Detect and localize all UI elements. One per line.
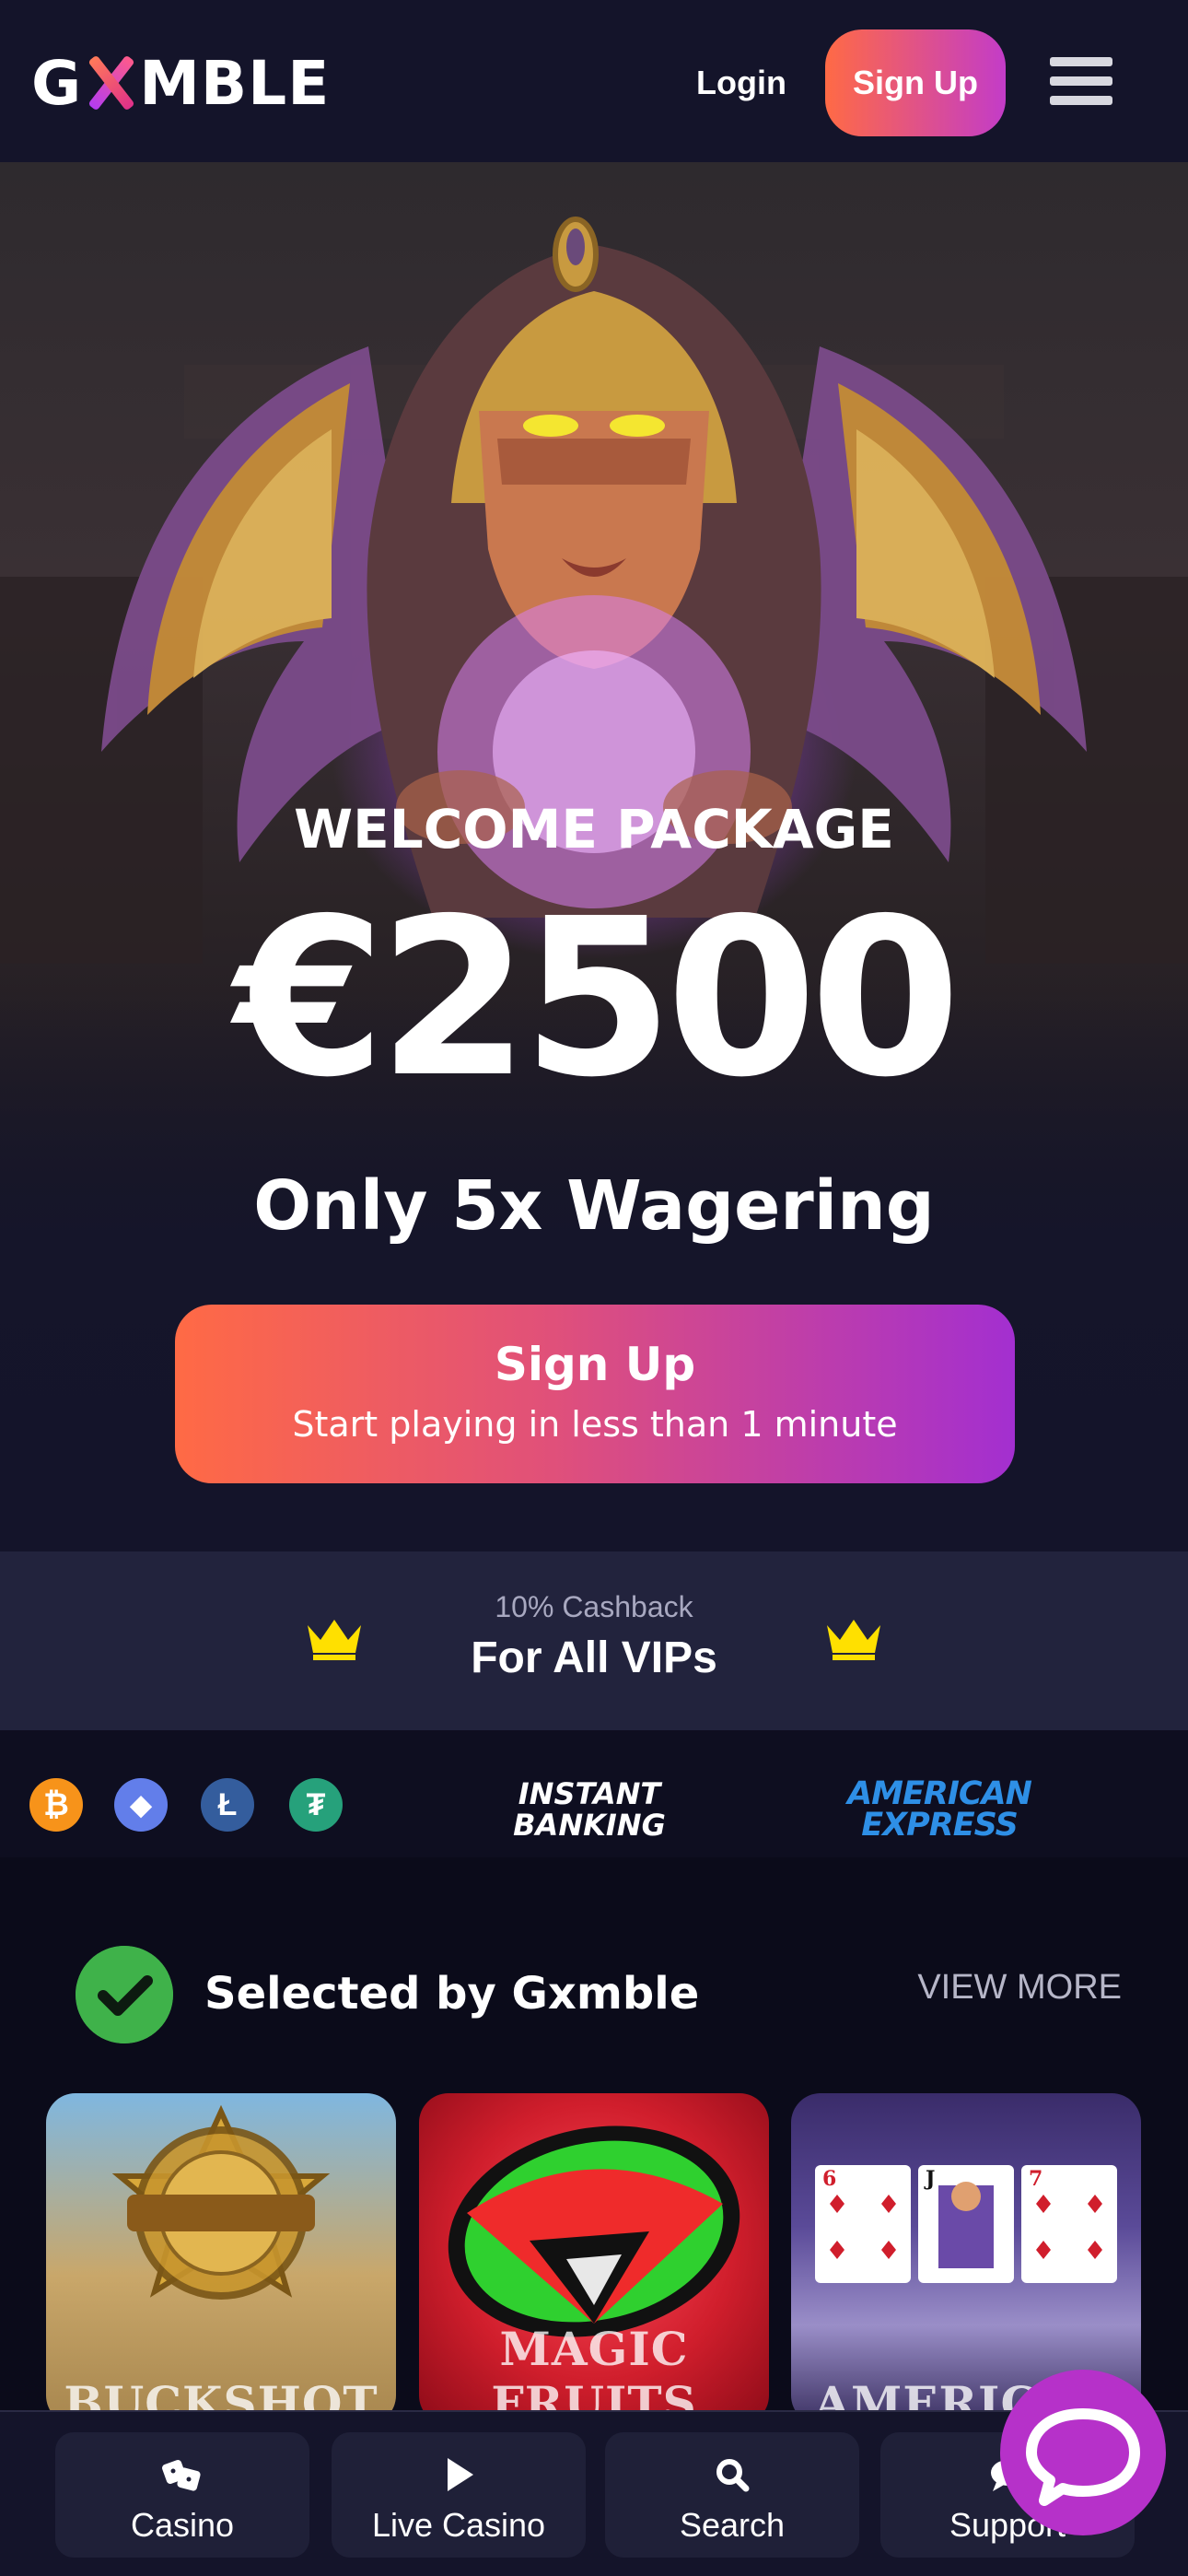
game-tile-buckshot[interactable]: BUCKSHOT bbox=[46, 2093, 396, 2425]
svg-text:J: J bbox=[924, 2167, 935, 2191]
nav-casino[interactable]: Casino bbox=[55, 2432, 309, 2558]
gxmble-logo[interactable]: G MBLE bbox=[31, 46, 330, 120]
tether-icon: ₮ bbox=[289, 1778, 343, 1832]
vip-text: For All VIPs bbox=[471, 1633, 717, 1682]
american-express-logo: AMERICAN EXPRESS bbox=[829, 1775, 1050, 1844]
ethereum-icon: ◆ bbox=[114, 1778, 168, 1832]
section-title: Selected by Gxmble bbox=[204, 1968, 700, 2020]
nav-casino-label: Casino bbox=[130, 2506, 235, 2544]
hamburger-menu-icon[interactable] bbox=[1050, 57, 1112, 112]
welcome-package-title: WELCOME PACKAGE bbox=[294, 798, 894, 861]
instant-banking-logo: INSTANT BANKING bbox=[497, 1778, 681, 1841]
hero-signup-button[interactable]: Sign Up Start playing in less than 1 min… bbox=[175, 1305, 1015, 1483]
payment-methods-strip: ₿ ◆ Ł ₮ INSTANT BANKING AMERICAN EXPRESS bbox=[0, 1730, 1188, 1857]
view-more-link[interactable]: VIEW MORE bbox=[884, 1968, 1122, 2008]
chat-bubble-icon bbox=[1026, 2408, 1140, 2506]
sheriff-badge-icon bbox=[111, 2104, 331, 2300]
nav-live-casino-label: Live Casino bbox=[371, 2506, 546, 2544]
nav-search-label: Search bbox=[679, 2506, 786, 2544]
top-header: G MBLE Login Sign Up bbox=[0, 0, 1188, 162]
live-chat-button[interactable] bbox=[1000, 2370, 1166, 2535]
nav-search[interactable]: Search bbox=[605, 2432, 859, 2558]
instant-banking-line1: INSTANT bbox=[518, 1776, 661, 1811]
play-icon bbox=[448, 2458, 473, 2491]
amex-line2: EXPRESS bbox=[861, 1807, 1019, 1844]
wagering-text: Only 5x Wagering bbox=[253, 1166, 935, 1246]
bitcoin-icon: ₿ bbox=[29, 1778, 83, 1832]
hero-banner: WELCOME PACKAGE €2500 Only 5x Wagering S… bbox=[0, 162, 1188, 1551]
nav-live-casino[interactable]: Live Casino bbox=[332, 2432, 586, 2558]
hero-signup-title: Sign Up bbox=[494, 1338, 696, 1391]
logo-text-left: G bbox=[31, 47, 83, 119]
dice-icon bbox=[162, 2460, 201, 2491]
litecoin-icon: Ł bbox=[201, 1778, 254, 1832]
svg-text:7: 7 bbox=[1029, 2167, 1042, 2191]
page: G MBLE Login Sign Up WELCOME PACKAGE €25… bbox=[0, 0, 1188, 2576]
cashback-text: 10% Cashback bbox=[495, 1590, 693, 1623]
game-tile-magic-fruits[interactable]: MAGIC FRUITS bbox=[419, 2093, 769, 2425]
vip-cashback-banner: 10% Cashback For All VIPs bbox=[0, 1551, 1188, 1730]
logo-text-right: MBLE bbox=[139, 47, 331, 119]
amex-line1: AMERICAN bbox=[847, 1775, 1032, 1812]
instant-banking-line2: BANKING bbox=[513, 1808, 666, 1843]
check-icon bbox=[76, 1946, 173, 2043]
crown-icon bbox=[827, 1620, 880, 1660]
login-link[interactable]: Login bbox=[681, 55, 801, 111]
logo-x-mark bbox=[84, 55, 137, 111]
bonus-amount: €2500 bbox=[234, 872, 961, 1125]
svg-text:6: 6 bbox=[822, 2167, 836, 2191]
search-icon bbox=[716, 2459, 750, 2492]
hero-signup-subtitle: Start playing in less than 1 minute bbox=[292, 1404, 898, 1445]
header-signup-button[interactable]: Sign Up bbox=[825, 29, 1006, 136]
